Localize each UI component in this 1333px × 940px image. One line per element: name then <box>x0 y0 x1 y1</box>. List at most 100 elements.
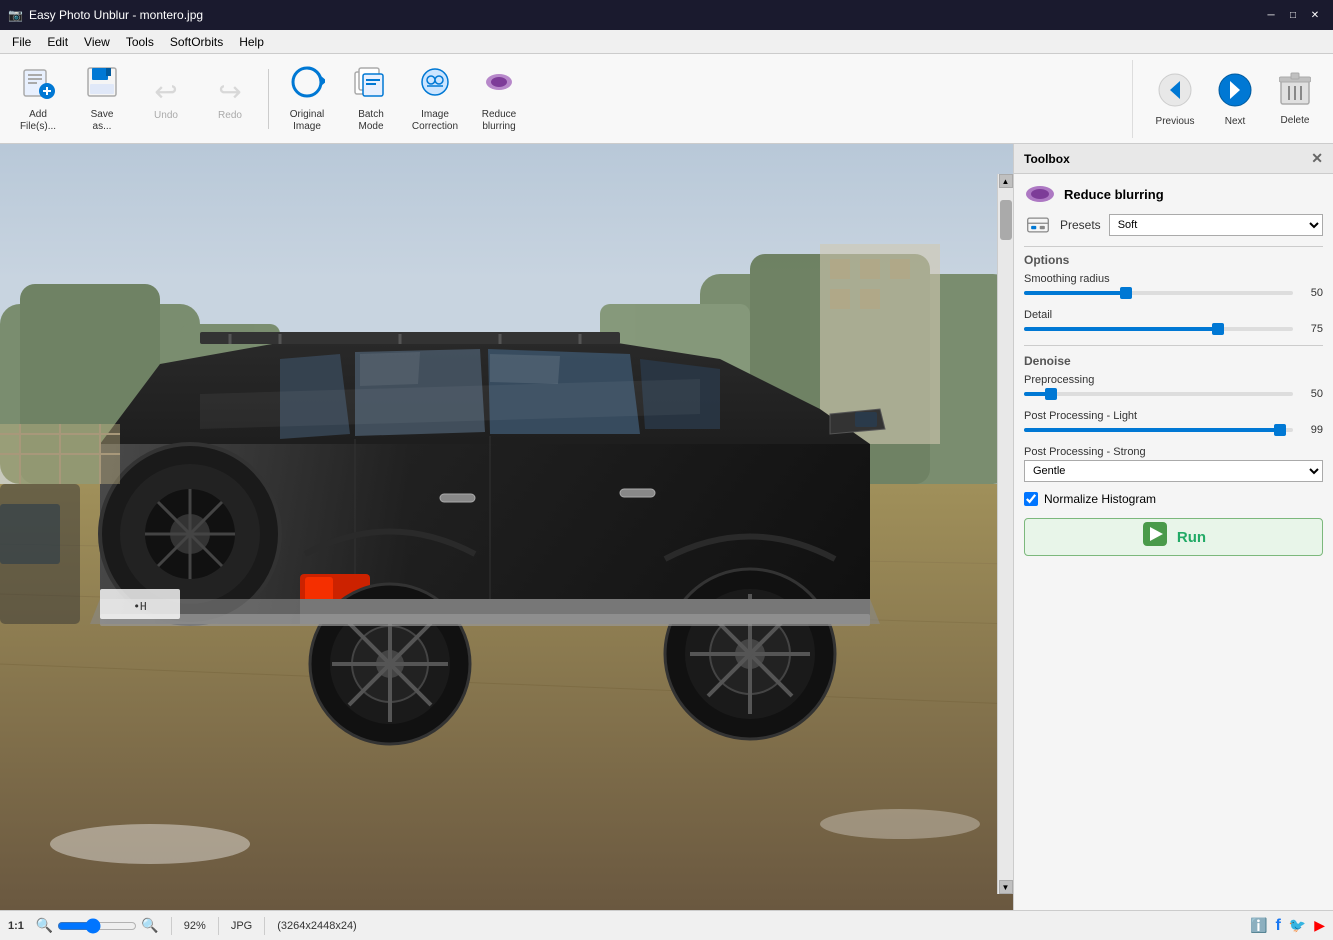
reduce-blurring-icon <box>481 64 517 107</box>
undo-button[interactable]: ↩ Undo <box>136 60 196 138</box>
detail-value: 75 <box>1299 323 1323 335</box>
zoom-minus-icon[interactable]: 🔍 <box>36 917 53 934</box>
image-correction-button[interactable]: ImageCorrection <box>405 60 465 138</box>
original-image-button[interactable]: OriginalImage <box>277 60 337 138</box>
redo-button[interactable]: ↪ Redo <box>200 60 260 138</box>
detail-slider-container: 75 <box>1024 323 1323 335</box>
menu-bar: File Edit View Tools SoftOrbits Help <box>0 30 1333 54</box>
post-processing-light-thumb[interactable] <box>1274 424 1286 436</box>
app-icon: 📷 <box>8 8 23 22</box>
title-bar: 📷 Easy Photo Unblur - montero.jpg ─ □ ✕ <box>0 0 1333 30</box>
scroll-up-button[interactable]: ▲ <box>999 174 1013 188</box>
save-as-button[interactable]: Saveas... <box>72 60 132 138</box>
detail-label: Detail <box>1024 309 1323 321</box>
maximize-button[interactable]: □ <box>1283 5 1303 25</box>
batch-mode-label: BatchMode <box>358 109 384 133</box>
image-area[interactable]: •H <box>0 144 1013 910</box>
previous-label: Previous <box>1156 116 1195 127</box>
zoom-plus-icon[interactable]: 🔍 <box>141 917 158 934</box>
twitter-icon[interactable]: 🐦 <box>1289 917 1306 934</box>
presets-select[interactable]: Soft Medium Strong Custom <box>1109 214 1323 236</box>
car-photo: •H <box>0 144 1013 910</box>
save-as-label: Saveas... <box>91 109 114 133</box>
detail-track[interactable] <box>1024 327 1293 331</box>
smoothing-radius-thumb[interactable] <box>1120 287 1132 299</box>
delete-button[interactable]: Delete <box>1265 60 1325 138</box>
menu-help[interactable]: Help <box>231 33 272 51</box>
reduce-blurring-button[interactable]: Reduceblurring <box>469 60 529 138</box>
batch-mode-icon <box>353 64 389 107</box>
original-image-icon <box>289 64 325 107</box>
post-processing-light-label: Post Processing - Light <box>1024 410 1323 422</box>
preprocessing-label: Preprocessing <box>1024 374 1323 386</box>
add-files-label: AddFile(s)... <box>20 109 56 133</box>
batch-mode-button[interactable]: BatchMode <box>341 60 401 138</box>
menu-tools[interactable]: Tools <box>118 33 162 51</box>
next-icon <box>1216 71 1254 116</box>
zoom-percentage: 92% <box>184 920 206 932</box>
options-label: Options <box>1024 246 1323 267</box>
scroll-thumb-vertical[interactable] <box>1000 200 1012 240</box>
image-format: JPG <box>231 920 252 932</box>
scroll-track-vertical <box>1000 190 1012 878</box>
post-processing-strong-dropdown-row: Gentle Normal Strong <box>1024 460 1323 482</box>
redo-icon: ↪ <box>218 75 241 108</box>
presets-row: Presets Soft Medium Strong Custom <box>1024 214 1323 236</box>
detail-fill <box>1024 327 1218 331</box>
scroll-down-button[interactable]: ▼ <box>999 880 1013 894</box>
next-button[interactable]: Next <box>1205 60 1265 138</box>
close-button[interactable]: ✕ <box>1305 5 1325 25</box>
denoise-label: Denoise <box>1024 354 1323 368</box>
preprocessing-track[interactable] <box>1024 392 1293 396</box>
zoom-slider-area: 🔍 🔍 <box>36 917 159 934</box>
toolbar: AddFile(s)... Saveas... ↩ Undo ↪ Redo <box>0 54 1333 144</box>
redo-label: Redo <box>218 110 242 122</box>
smoothing-radius-track[interactable] <box>1024 291 1293 295</box>
menu-edit[interactable]: Edit <box>39 33 76 51</box>
post-processing-light-fill <box>1024 428 1280 432</box>
minimize-button[interactable]: ─ <box>1261 5 1281 25</box>
youtube-icon[interactable]: ▶ <box>1314 917 1325 934</box>
post-processing-light-container: 99 <box>1024 424 1323 436</box>
delete-label: Delete <box>1281 115 1310 126</box>
preprocessing-row: Preprocessing 50 <box>1024 374 1323 400</box>
add-files-button[interactable]: AddFile(s)... <box>8 60 68 138</box>
post-processing-strong-select[interactable]: Gentle Normal Strong <box>1024 460 1323 482</box>
image-correction-label: ImageCorrection <box>412 109 458 133</box>
menu-file[interactable]: File <box>4 33 39 51</box>
run-button[interactable]: Run <box>1024 518 1323 556</box>
reduce-blurring-section: Reduce blurring <box>1024 184 1323 204</box>
preprocessing-thumb[interactable] <box>1045 388 1057 400</box>
post-processing-strong-row: Post Processing - Strong Gentle Normal S… <box>1024 446 1323 482</box>
presets-icon <box>1024 214 1052 236</box>
normalize-histogram-checkbox[interactable] <box>1024 492 1038 506</box>
smoothing-radius-row: Smoothing radius 50 <box>1024 273 1323 299</box>
post-processing-strong-label: Post Processing - Strong <box>1024 446 1323 458</box>
previous-button[interactable]: Previous <box>1145 60 1205 138</box>
detail-thumb[interactable] <box>1212 323 1224 335</box>
menu-softorbits[interactable]: SoftOrbits <box>162 33 231 51</box>
toolbox-body: Reduce blurring Presets Soft Medium Str <box>1014 174 1333 566</box>
vertical-scrollbar[interactable]: ▲ ▼ <box>997 174 1013 894</box>
preprocessing-value: 50 <box>1299 388 1323 400</box>
menu-view[interactable]: View <box>76 33 118 51</box>
original-image-label: OriginalImage <box>290 109 324 133</box>
smoothing-radius-label: Smoothing radius <box>1024 273 1323 285</box>
status-sep-2 <box>218 917 219 935</box>
post-processing-light-track[interactable] <box>1024 428 1293 432</box>
status-bar: 1:1 🔍 🔍 92% JPG (3264x2448x24) ℹ️ f 🐦 ▶ <box>0 910 1333 940</box>
image-correction-icon <box>417 64 453 107</box>
previous-icon <box>1156 71 1194 116</box>
image-dimensions: (3264x2448x24) <box>277 920 357 932</box>
facebook-icon[interactable]: f <box>1275 917 1280 935</box>
smoothing-radius-value: 50 <box>1299 287 1323 299</box>
status-sep-1 <box>171 917 172 935</box>
toolbar-separator-1 <box>268 69 269 129</box>
normalize-histogram-row: Normalize Histogram <box>1024 492 1323 506</box>
toolbox-panel: Toolbox ✕ Reduce blurring <box>1013 144 1333 910</box>
info-icon[interactable]: ℹ️ <box>1250 917 1267 934</box>
next-label: Next <box>1225 116 1246 127</box>
toolbox-title: Toolbox <box>1024 152 1070 166</box>
toolbox-close-button[interactable]: ✕ <box>1311 150 1323 167</box>
zoom-range-slider[interactable] <box>57 918 137 934</box>
